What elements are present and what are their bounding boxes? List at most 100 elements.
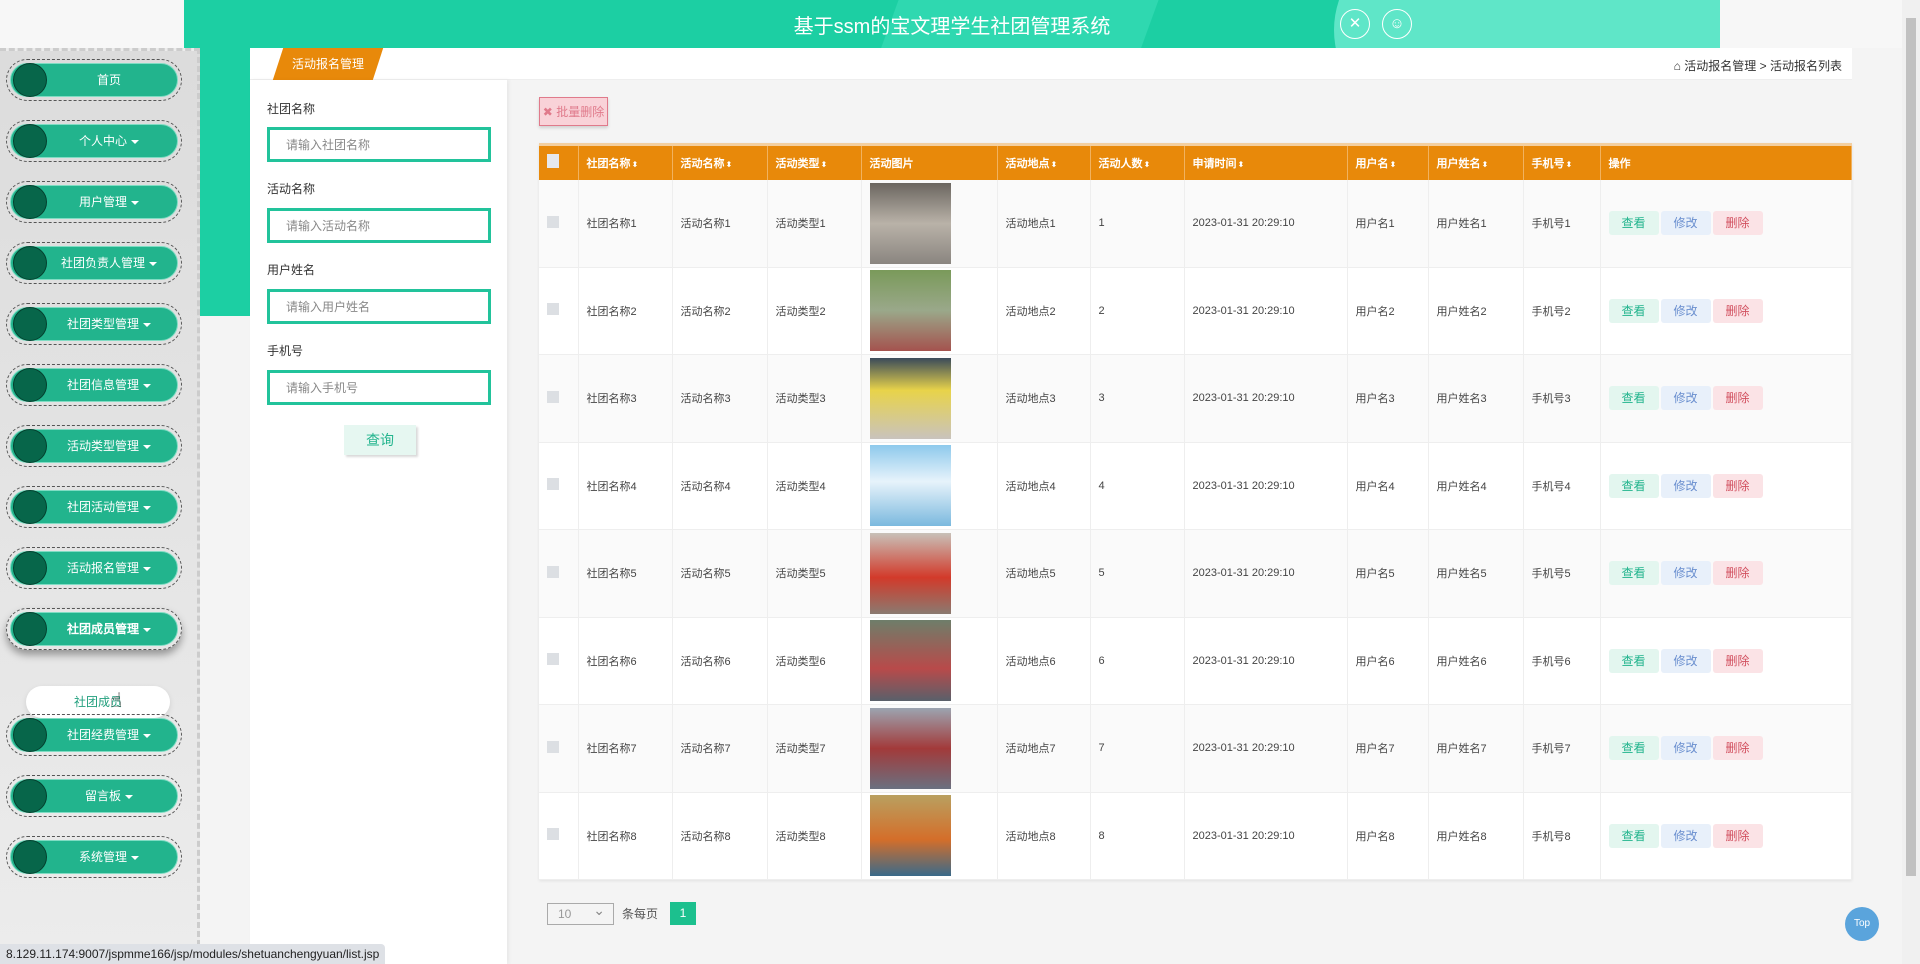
view-button[interactable]: 查看 [1608,648,1659,673]
edit-button[interactable]: 修改 [1660,561,1711,586]
batch-delete-button[interactable]: ✖ 批量删除 [539,97,608,126]
user-fullname-input[interactable] [267,289,491,324]
sort-icon[interactable]: ⬍ [1390,160,1397,169]
table-cell: 手机号5 [1523,529,1601,618]
sort-icon[interactable]: ⬍ [632,160,639,169]
sidebar-item[interactable]: 社团信息管理 [6,364,182,406]
sidebar-item-body: 活动类型管理 [10,429,178,463]
caret-down-icon [131,855,139,860]
column-header[interactable]: 活动地点⬍ [997,144,1091,180]
delete-button[interactable]: 删除 [1712,298,1763,323]
row-checkbox[interactable] [547,653,559,666]
page-button-current[interactable]: 1 [670,902,697,925]
user-icon[interactable]: ☺ [1382,9,1412,39]
edit-button[interactable]: 修改 [1660,211,1711,235]
sidebar-item-body: 社团成员管理 [10,612,178,646]
sidebar-item[interactable]: 个人中心 [6,120,182,162]
sort-icon[interactable]: ⬍ [1238,160,1245,169]
sidebar-item[interactable]: 社团负责人管理 [6,242,182,284]
view-button[interactable]: 查看 [1608,736,1659,761]
delete-button[interactable]: 删除 [1712,386,1763,411]
edit-button[interactable]: 修改 [1660,648,1711,673]
column-header-label: 用户姓名 [1436,157,1481,170]
delete-button[interactable]: 删除 [1712,473,1763,498]
sort-icon[interactable]: ⬍ [1051,160,1058,169]
fullscreen-icon[interactable]: ✕ [1340,9,1370,39]
column-header[interactable]: 活动名称⬍ [672,144,768,180]
sort-icon[interactable]: ⬍ [821,160,828,169]
sidebar-item[interactable]: 系统管理 [6,836,182,878]
page-size-select[interactable]: 10 [547,900,614,925]
sidebar-item[interactable]: 社团类型管理 [6,303,182,345]
row-checkbox[interactable] [547,565,559,578]
row-select-cell [539,704,579,793]
row-checkbox[interactable] [547,303,559,316]
sidebar-item-dot-icon [13,63,47,97]
column-header[interactable]: 用户名⬍ [1347,144,1429,180]
view-button[interactable]: 查看 [1608,823,1659,848]
row-checkbox[interactable] [547,390,559,403]
sidebar-item[interactable]: 社团经费管理 [6,714,182,756]
table-cell: 活动地点3 [997,354,1091,443]
edit-button[interactable]: 修改 [1660,386,1711,411]
table-cell: 社团名称4 [578,442,673,530]
delete-button[interactable]: 删除 [1712,211,1763,235]
club-name-input[interactable] [267,127,491,162]
back-to-top-button[interactable]: Top [1845,907,1879,941]
sidebar-item[interactable]: 活动报名管理 [6,547,182,589]
column-header[interactable]: 申请时间⬍ [1184,144,1348,180]
table-row: 社团名称5 活动名称5 活动类型5 活动地点5 5 2023-01-31 20:29:10… [539,529,1852,618]
column-header[interactable]: 活动类型⬍ [767,144,862,180]
activity-name-label: 活动名称 [267,182,316,196]
row-checkbox[interactable] [547,478,559,491]
sidebar-item[interactable]: 首页 [6,59,182,101]
activity-name-input[interactable] [267,208,491,243]
delete-button[interactable]: 删除 [1712,561,1763,586]
breadcrumb-item[interactable]: 活动报名管理 [1684,59,1756,73]
search-button[interactable]: 查询 [344,425,416,455]
edit-button[interactable]: 修改 [1660,736,1711,761]
view-button[interactable]: 查看 [1608,211,1659,235]
table-cell: 活动名称6 [672,617,768,705]
row-checkbox[interactable] [547,828,559,841]
scrollbar-thumb[interactable] [1906,18,1916,876]
sidebar-item[interactable]: 留言板 [6,775,182,817]
row-checkbox[interactable] [547,215,559,228]
table-cell: 活动名称2 [672,267,768,355]
phone-input[interactable] [267,370,491,405]
sidebar-item[interactable]: 活动类型管理 [6,425,182,467]
column-header[interactable]: 活动人数⬍ [1090,144,1185,180]
sort-icon[interactable]: ⬍ [726,160,733,169]
sort-icon[interactable]: ⬍ [1482,160,1489,169]
table-cell: 社团名称2 [578,267,673,355]
sidebar-item[interactable]: 社团成员管理 [6,608,182,650]
sidebar-item[interactable]: 用户管理 [6,181,182,223]
table-cell: 活动类型2 [767,267,862,355]
view-button[interactable]: 查看 [1608,473,1659,498]
sidebar-item[interactable]: 社团活动管理 [6,486,182,528]
sort-icon[interactable]: ⬍ [1144,160,1151,169]
select-all-checkbox[interactable] [547,154,559,169]
view-button[interactable]: 查看 [1608,298,1659,323]
column-header[interactable]: 手机号⬍ [1523,144,1601,180]
table-cell: 活动类型7 [767,704,862,793]
table-cell: 3 [1090,354,1185,443]
table-cell: 1 [1090,179,1185,268]
edit-button[interactable]: 修改 [1660,473,1711,498]
view-button[interactable]: 查看 [1608,561,1659,586]
column-header[interactable]: 用户姓名⬍ [1428,144,1524,180]
home-icon[interactable]: ⌂ [1674,59,1681,73]
edit-button[interactable]: 修改 [1660,823,1711,848]
table-cell: 活动类型1 [767,179,862,268]
delete-button[interactable]: 删除 [1712,736,1763,761]
actions-cell: 查看 修改 删除 [1600,267,1852,355]
delete-button[interactable]: 删除 [1712,648,1763,673]
activity-image [869,357,951,439]
view-button[interactable]: 查看 [1608,386,1659,411]
sort-icon[interactable]: ⬍ [1566,160,1573,169]
column-header[interactable]: 社团名称⬍ [578,144,673,180]
edit-button[interactable]: 修改 [1660,298,1711,323]
delete-button[interactable]: 删除 [1712,823,1763,848]
caret-down-icon [131,139,139,144]
row-checkbox[interactable] [547,740,559,753]
